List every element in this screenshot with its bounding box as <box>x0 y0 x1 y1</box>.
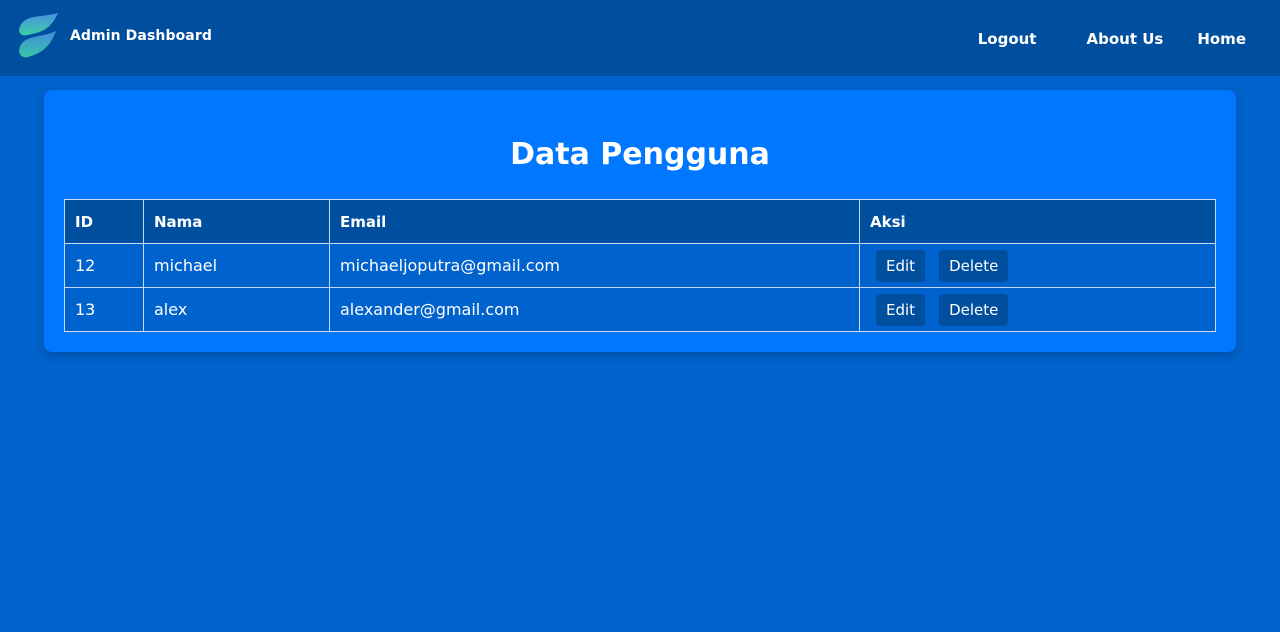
header-aksi: Aksi <box>859 199 1216 244</box>
cell-nama: alex <box>143 287 330 332</box>
cell-aksi: Edit Delete <box>859 243 1216 288</box>
cell-id: 12 <box>64 243 144 288</box>
logout-link[interactable]: Logout <box>978 30 1037 48</box>
header-email: Email <box>329 199 860 244</box>
brand-title: Admin Dashboard <box>70 28 212 44</box>
edit-button[interactable]: Edit <box>876 249 926 282</box>
edit-button[interactable]: Edit <box>876 293 926 326</box>
header-nama: Nama <box>143 199 330 244</box>
cell-aksi: Edit Delete <box>859 287 1216 332</box>
data-card: Data Pengguna ID Nama Email Aksi 12 mich… <box>44 90 1236 352</box>
cell-email: michaeljoputra@gmail.com <box>329 243 860 288</box>
header-id: ID <box>64 199 144 244</box>
leaf-wave-logo-icon <box>19 13 58 58</box>
table-row: 13 alex alexander@gmail.com Edit Delete <box>64 287 1216 332</box>
table-row: 12 michael michaeljoputra@gmail.com Edit… <box>64 243 1216 288</box>
about-us-link[interactable]: About Us <box>1086 30 1163 48</box>
cell-email: alexander@gmail.com <box>329 287 860 332</box>
delete-button[interactable]: Delete <box>939 293 1009 326</box>
nav-links: Logout About Us Home <box>978 30 1246 48</box>
home-link[interactable]: Home <box>1197 30 1246 48</box>
brand[interactable]: Admin Dashboard <box>14 11 212 61</box>
users-table: ID Nama Email Aksi 12 michael michaeljop… <box>64 199 1216 332</box>
table-header-row: ID Nama Email Aksi <box>64 199 1216 244</box>
top-navbar: Admin Dashboard Logout About Us Home <box>0 0 1280 76</box>
page-title: Data Pengguna <box>510 137 770 172</box>
delete-button[interactable]: Delete <box>939 249 1009 282</box>
cell-id: 13 <box>64 287 144 332</box>
cell-nama: michael <box>143 243 330 288</box>
